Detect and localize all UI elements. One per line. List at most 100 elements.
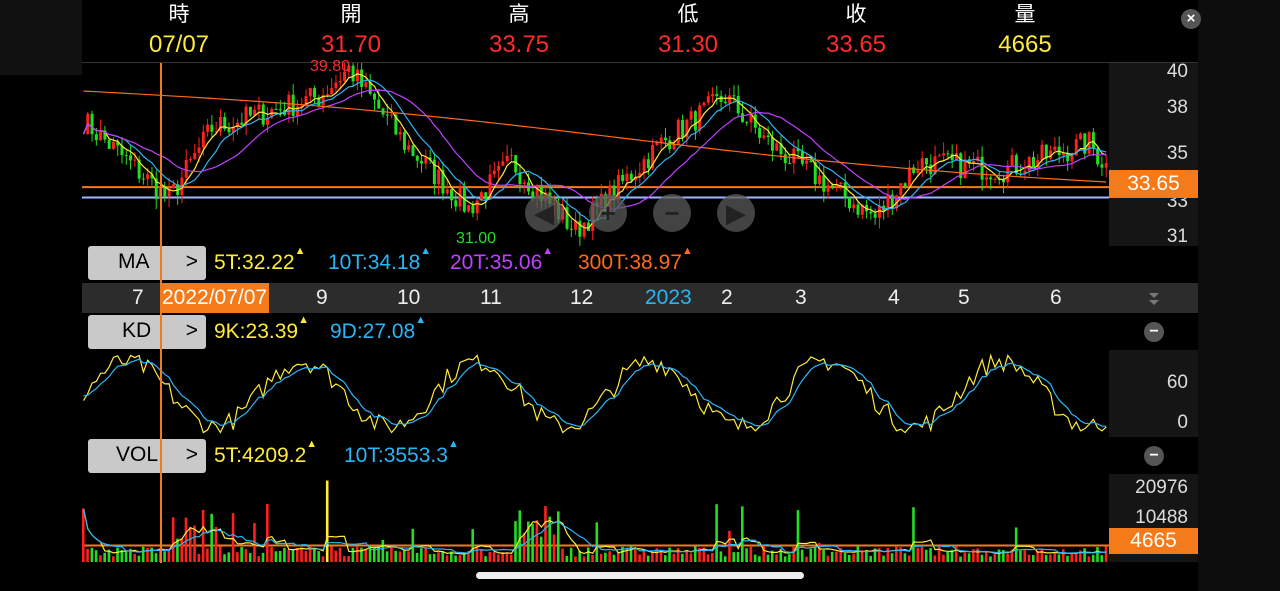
volume-bar bbox=[274, 551, 278, 562]
candle-body bbox=[411, 145, 415, 156]
volume-bar bbox=[381, 539, 385, 562]
vol-remove-button[interactable]: − bbox=[1144, 446, 1164, 466]
volume-bar bbox=[933, 555, 937, 562]
volume-bar bbox=[488, 551, 492, 562]
candle-body bbox=[621, 174, 625, 182]
volume-bar bbox=[1066, 555, 1069, 562]
volume-bar bbox=[317, 551, 320, 562]
volume-bar bbox=[711, 552, 714, 562]
quote-volume-value: 4665 bbox=[998, 31, 1052, 58]
next-icon[interactable]: ▶ bbox=[717, 194, 755, 232]
volume-bar bbox=[942, 554, 945, 562]
volume-bar bbox=[993, 554, 997, 562]
volume-bar bbox=[826, 555, 830, 562]
kd-chart[interactable] bbox=[82, 350, 1109, 437]
kd-button[interactable]: KD > bbox=[88, 315, 206, 349]
volume-bar bbox=[595, 522, 599, 562]
zoom-out-icon[interactable]: − bbox=[653, 194, 691, 232]
vol-button[interactable]: VOL > bbox=[88, 439, 206, 473]
volume-bar bbox=[895, 546, 898, 562]
volume-bar bbox=[103, 552, 106, 562]
candle-body bbox=[993, 178, 997, 180]
volume-bar bbox=[244, 549, 248, 562]
ma20-line bbox=[82, 89, 1107, 210]
volume-bar bbox=[886, 547, 890, 562]
volume-bar bbox=[1006, 553, 1009, 562]
candle-body bbox=[445, 189, 449, 194]
price-axis: 40 38 35 33 31 bbox=[1109, 61, 1198, 247]
kd-axis-label: 60 bbox=[1166, 372, 1188, 393]
quote-time-value: 07/07 bbox=[148, 31, 210, 58]
volume-bar bbox=[171, 517, 175, 562]
quote-high: 高 33.75 bbox=[459, 0, 579, 60]
candle-body bbox=[505, 155, 509, 162]
candle-body bbox=[766, 135, 770, 138]
close-button[interactable]: × bbox=[1181, 9, 1201, 29]
candle-body bbox=[210, 124, 214, 132]
candle-body bbox=[1044, 144, 1048, 159]
d-line bbox=[83, 358, 1107, 428]
volume-bar bbox=[137, 555, 141, 562]
candle-body bbox=[1100, 164, 1104, 168]
volume-bar bbox=[574, 556, 577, 562]
candle-body bbox=[984, 177, 988, 180]
volume-bar bbox=[668, 547, 671, 562]
volume-bar bbox=[796, 510, 800, 562]
candle-body bbox=[377, 99, 381, 109]
volume-bar bbox=[531, 524, 534, 562]
collapse-icon[interactable] bbox=[1148, 292, 1160, 306]
volume-bar bbox=[569, 547, 573, 562]
prev-icon[interactable]: ◀ bbox=[525, 194, 563, 232]
ma10-legend: 10T:34.18 ▲ bbox=[328, 245, 432, 274]
home-indicator[interactable] bbox=[476, 572, 804, 579]
volume-bar bbox=[539, 536, 543, 562]
candle-body bbox=[582, 222, 586, 237]
candle-body bbox=[146, 174, 150, 180]
volume-bar bbox=[300, 547, 303, 562]
current-price-tag: 33.65 bbox=[1109, 170, 1198, 198]
candle-body bbox=[942, 153, 946, 156]
volume-bar bbox=[544, 506, 547, 562]
candle-body bbox=[518, 172, 522, 184]
ma300-line bbox=[83, 90, 1107, 183]
volume-chart[interactable] bbox=[82, 474, 1109, 562]
volume-bar bbox=[394, 550, 397, 562]
volume-bar bbox=[505, 553, 509, 562]
volume-bar bbox=[240, 547, 243, 562]
candle-body bbox=[1040, 144, 1044, 161]
candle-body bbox=[847, 197, 851, 209]
candle-body bbox=[946, 153, 950, 155]
time-axis[interactable]: 7 2022/07/07 9 10 11 12 2023 2 3 4 5 6 bbox=[82, 283, 1198, 313]
volume-bar bbox=[1031, 555, 1035, 562]
volume-bar bbox=[732, 552, 736, 562]
volume-bar bbox=[201, 509, 205, 562]
zoom-in-icon[interactable]: + bbox=[589, 194, 627, 232]
quote-time: 時 07/07 bbox=[119, 0, 239, 60]
candle-body bbox=[907, 167, 911, 187]
volume-bar bbox=[424, 547, 427, 562]
volume-bar bbox=[180, 538, 184, 562]
crosshair-cursor[interactable] bbox=[160, 63, 162, 563]
volume-bar bbox=[343, 556, 346, 562]
volume-bar bbox=[745, 548, 748, 562]
volume-bar bbox=[890, 553, 894, 562]
kd-axis-label: 0 bbox=[1177, 412, 1188, 433]
volume-bar bbox=[835, 551, 838, 562]
volume-bar bbox=[116, 547, 119, 562]
volume-bar bbox=[899, 547, 902, 562]
candle-body bbox=[390, 114, 394, 116]
volume-bar bbox=[912, 507, 915, 562]
candle-body bbox=[248, 106, 252, 116]
kd-remove-button[interactable]: − bbox=[1144, 322, 1164, 342]
volume-bar bbox=[676, 548, 680, 562]
kd-button-label: KD bbox=[122, 319, 152, 342]
time-axis-label: 12 bbox=[570, 286, 594, 309]
ma-button[interactable]: MA > bbox=[88, 246, 206, 280]
volume-bar bbox=[1023, 550, 1027, 562]
candle-body bbox=[818, 175, 822, 185]
volume-bar bbox=[783, 556, 787, 562]
candle-body bbox=[873, 213, 877, 218]
candle-body bbox=[364, 82, 368, 87]
candle-body bbox=[569, 228, 573, 230]
candle-body bbox=[193, 152, 197, 159]
